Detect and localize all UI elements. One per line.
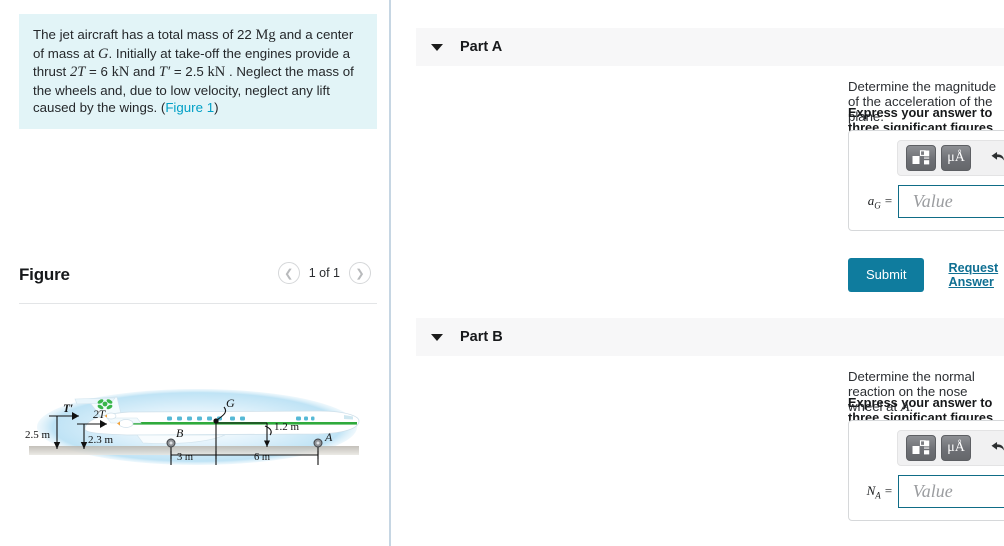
part-a-math-toolbar: μÅ [897, 140, 1004, 176]
problem-text-6: ) [214, 100, 219, 115]
micro-angstrom-icon[interactable]: μÅ [941, 145, 971, 171]
figure-count-label: 1 of 1 [308, 266, 340, 280]
part-a-field-row: aG = Value Units [859, 185, 1004, 218]
micro-angstrom-label: μÅ [947, 150, 965, 165]
submit-button[interactable]: Submit [848, 258, 925, 292]
problem-var-tprime: T′ [158, 64, 171, 80]
chevron-right-icon[interactable]: ❯ [349, 262, 371, 284]
right-pane: Part A Determine the magnitude of the ac… [391, 0, 1004, 546]
problem-eq-2: = 2.5 [173, 64, 204, 79]
figure-dim-3: 3 m [177, 452, 193, 463]
part-a-symbol-sub: G [874, 200, 881, 211]
figure-point-b: B [176, 426, 184, 440]
micro-angstrom-label: μÅ [947, 440, 965, 455]
chevron-left-icon[interactable]: ❮ [277, 262, 300, 284]
problem-statement: The jet aircraft has a total mass of 22 … [19, 14, 377, 129]
left-pane: The jet aircraft has a total mass of 22 … [0, 0, 389, 546]
figure-nav: ❮ 1 of 1 ❯ [277, 262, 371, 284]
problem-eq-1: = 6 [89, 64, 108, 79]
part-b-symbol-sub: A [875, 490, 881, 501]
part-a-answer-box: μÅ aG = Value [848, 130, 1004, 231]
problem-text-4: and [133, 64, 156, 79]
problem-text-1: The jet aircraft has a total mass of 22 [33, 27, 252, 42]
figure-dim-6: 6 m [254, 452, 270, 463]
figure-dim-2-5: 2.5 m [25, 429, 51, 441]
figure-label-tprime: T′ [63, 403, 73, 415]
caret-down-icon[interactable] [431, 333, 443, 341]
request-answer-link[interactable]: Request Answer [948, 261, 1004, 289]
part-b-math-toolbar: μÅ [897, 430, 1004, 466]
math-template-icon[interactable] [906, 145, 936, 171]
problem-unit-kn-1: kN [111, 64, 130, 80]
figure-point-a: A [324, 430, 333, 444]
figure-1-link[interactable]: Figure 1 [165, 100, 214, 115]
figure-dim-2-3: 2.3 m [88, 434, 114, 446]
part-b-field-label: NA = [859, 483, 898, 501]
caret-down-icon[interactable] [431, 43, 443, 51]
problem-var-g: G [98, 45, 109, 62]
figure-label-2t: 2T [93, 409, 107, 421]
part-a-submit-row: Submit Request Answer [848, 258, 1004, 292]
figure-title: Figure [19, 265, 70, 284]
part-a-field-label: aG = [859, 193, 898, 211]
undo-arrow-icon[interactable] [982, 145, 1004, 171]
part-b-header[interactable]: Part B [416, 318, 1004, 356]
figure-divider [19, 303, 377, 304]
part-b-field-row: NA = Value Units [859, 475, 1004, 508]
part-a-value-input[interactable]: Value [897, 185, 1004, 218]
undo-arrow-icon[interactable] [982, 435, 1004, 461]
figure-dim-1-2: 1.2 m [274, 421, 300, 433]
part-a-equals: = [883, 192, 893, 208]
figure-point-g: G [226, 396, 235, 410]
micro-angstrom-icon[interactable]: μÅ [941, 435, 971, 461]
part-b-value-input[interactable]: Value [897, 475, 1004, 508]
problem-unit-kn-2: kN [207, 64, 226, 80]
aircraft-figure[interactable]: T′ 2T 2.5 m 2.3 m G 1.2 m B A 3 m 6 m [19, 385, 369, 502]
math-template-icon[interactable] [906, 435, 936, 461]
page-root: The jet aircraft has a total mass of 22 … [0, 0, 1004, 546]
part-b-symbol: N [866, 482, 876, 498]
problem-unit-mg: Mg [255, 27, 276, 43]
part-b-equals: = [883, 482, 893, 498]
figure-header: Figure ❮ 1 of 1 ❯ [19, 262, 377, 298]
part-b-label: Part B [460, 329, 503, 345]
part-a-label: Part A [460, 39, 503, 55]
part-a-header[interactable]: Part A [416, 28, 1004, 66]
problem-var-2t: 2T [69, 64, 86, 80]
part-b-answer-box: μÅ NA = Value [848, 420, 1004, 521]
